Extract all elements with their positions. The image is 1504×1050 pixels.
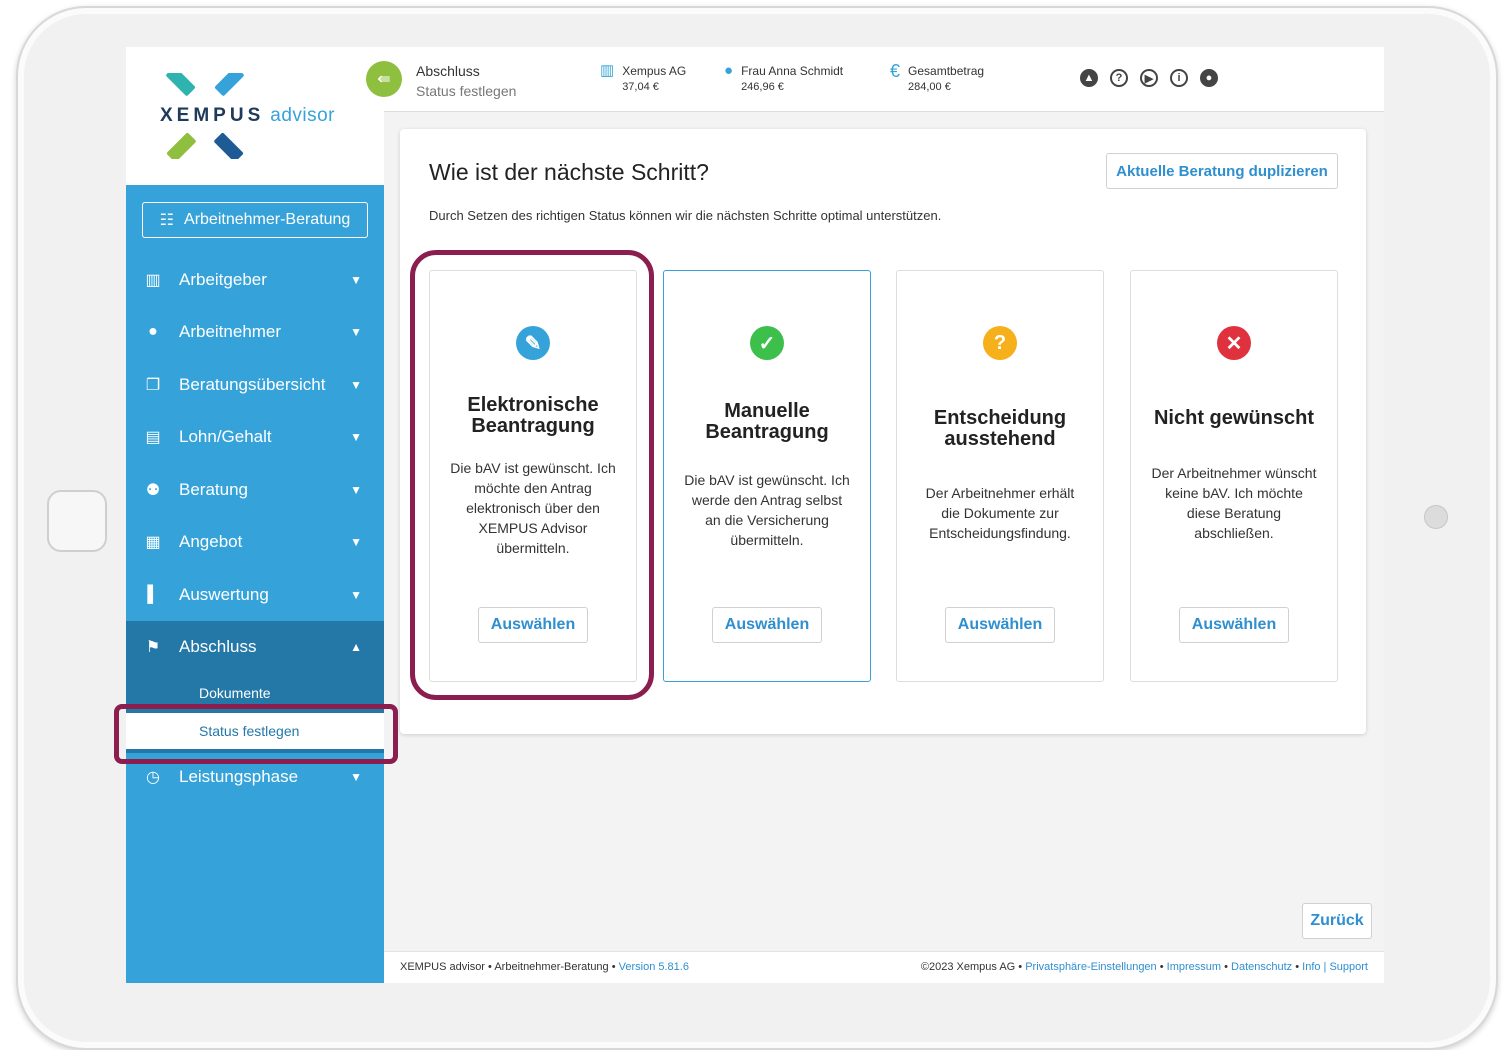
- factory-icon: ▥: [600, 62, 615, 79]
- footer-left: XEMPUS advisor • Arbeitnehmer-Beratung •…: [400, 961, 689, 973]
- option-decision-pending[interactable]: ? Entscheidung ausstehend Der Arbeitnehme…: [896, 270, 1104, 682]
- sidebar-item-label: Lohn/Gehalt: [179, 427, 272, 446]
- chevron-down-icon: ▼: [350, 588, 362, 602]
- sidebar-item-angebot[interactable]: ▦ Angebot ▼: [126, 516, 384, 568]
- collapse-sidebar-button[interactable]: ⇚: [366, 61, 402, 97]
- option-text: Die bAV ist gewünscht. Ich werde den Antr…: [684, 472, 850, 548]
- info-icon[interactable]: i: [1170, 69, 1188, 87]
- employee-contribution: ● Frau Anna Schmidt 246,96 €: [724, 62, 844, 94]
- copy-icon: ❐: [145, 377, 161, 394]
- option-title: Elektronische Beantragung: [467, 394, 599, 437]
- factory-icon: ▥: [145, 272, 161, 289]
- grid-icon: ☷: [159, 212, 175, 229]
- version-link[interactable]: Version 5.81.6: [619, 961, 689, 973]
- chevron-down-icon: ▼: [350, 273, 362, 287]
- bar-chart-icon: ▌: [147, 586, 159, 603]
- consultation-type-label: Arbeitnehmer-Beratung: [184, 211, 351, 228]
- person-icon: ●: [148, 323, 158, 340]
- chevron-down-icon: ▼: [350, 535, 362, 549]
- sidebar-item-leistungsphase[interactable]: ◷ Leistungsphase ▼: [126, 751, 384, 803]
- arrow-left-icon: ⇚: [377, 71, 391, 88]
- group-icon: ⚉: [145, 482, 161, 499]
- chevron-down-icon: ▼: [350, 770, 362, 784]
- sidebar-item-auswertung[interactable]: ▌ Auswertung ▼: [126, 569, 384, 621]
- document-icon: ▤: [145, 429, 161, 446]
- sidebar-item-arbeitgeber[interactable]: ▥ Arbeitgeber ▼: [126, 254, 384, 306]
- option-text: Der Arbeitnehmer erhält die Dokumente zur…: [925, 485, 1075, 541]
- status-card: Wie ist der nächste Schritt? Aktuelle Be…: [400, 129, 1366, 734]
- sidebar-item-label: Auswertung: [179, 585, 269, 604]
- sidebar-item-label: Beratung: [179, 480, 248, 499]
- option-manual-application[interactable]: ✓ Manuelle Beantragung Die bAV ist gewüns…: [663, 270, 871, 682]
- option-text: Der Arbeitnehmer wünscht keine bAV. Ich m…: [1151, 465, 1317, 541]
- option-title: Entscheidung ausstehend: [933, 407, 1067, 450]
- sidebar: XEMPUS advisor ☷ Arbeitnehmer-Beratung ▥ …: [126, 47, 384, 983]
- account-icon[interactable]: ●: [1200, 69, 1218, 87]
- info-support-link[interactable]: Info | Support: [1302, 961, 1368, 973]
- breadcrumb-sub: Status festlegen: [416, 83, 517, 99]
- app-screen: XEMPUS advisor ☷ Arbeitnehmer-Beratung ▥ …: [126, 47, 1384, 983]
- sidebar-item-label: Angebot: [179, 532, 243, 551]
- option-not-wanted[interactable]: ✕ Nicht gewünscht Der Arbeitnehmer wünsc…: [1130, 270, 1338, 682]
- check-icon: ✓: [750, 326, 784, 360]
- pencil-icon: ✎: [516, 326, 550, 360]
- logo[interactable]: XEMPUS advisor: [126, 47, 384, 185]
- notification-icon[interactable]: ▲: [1080, 69, 1098, 87]
- sidebar-item-label: Abschluss: [179, 637, 257, 656]
- data-protection-link[interactable]: Datenschutz: [1231, 961, 1292, 973]
- privacy-settings-link[interactable]: Privatsphäre-Einstellungen: [1025, 961, 1156, 973]
- chevron-down-icon: ▼: [350, 430, 362, 444]
- select-button[interactable]: Auswählen: [945, 607, 1055, 643]
- page-title: Wie ist der nächste Schritt?: [429, 159, 709, 185]
- sidebar-item-abschluss[interactable]: ⚑ Abschluss ▲: [126, 621, 384, 673]
- calculator-icon: ▦: [145, 534, 161, 551]
- sidebar-item-label: Arbeitgeber: [179, 270, 267, 289]
- tablet-camera: [1424, 505, 1448, 529]
- page-description: Durch Setzen des richtigen Status können…: [429, 208, 942, 223]
- chevron-down-icon: ▼: [350, 483, 362, 497]
- flag-icon: ⚑: [145, 639, 161, 656]
- history-icon: ◷: [146, 769, 160, 786]
- sidebar-item-lohn-gehalt[interactable]: ▤ Lohn/Gehalt ▼: [126, 411, 384, 463]
- duplicate-consultation-button[interactable]: Aktuelle Beratung duplizieren: [1106, 153, 1338, 189]
- option-text: Die bAV ist gewünscht. Ich möchte den Ant…: [450, 460, 616, 556]
- select-button[interactable]: Auswählen: [712, 607, 822, 643]
- consultation-type-button[interactable]: ☷ Arbeitnehmer-Beratung: [142, 202, 368, 238]
- back-button[interactable]: Zurück: [1302, 903, 1372, 939]
- sidebar-item-label: Arbeitnehmer: [179, 322, 282, 341]
- chevron-down-icon: ▼: [350, 378, 362, 392]
- sidebar-item-beratungsuebersicht[interactable]: ❐ Beratungsübersicht ▼: [126, 359, 384, 411]
- option-title: Nicht gewünscht: [1153, 407, 1314, 429]
- footer: XEMPUS advisor • Arbeitnehmer-Beratung •…: [384, 951, 1384, 983]
- euro-icon: €: [890, 61, 901, 81]
- chevron-down-icon: ▼: [350, 325, 362, 339]
- total-amount: € Gesamtbetrag 284,00 €: [890, 61, 985, 93]
- tablet-home-button: [47, 490, 107, 552]
- option-electronic-application[interactable]: ✎ Elektronische Beantragung Die bAV ist g…: [429, 270, 637, 682]
- sidebar-item-label: Leistungsphase: [179, 767, 299, 786]
- footer-right: ©2023 Xempus AG • Privatsphäre-Einstellu…: [920, 961, 1368, 973]
- sidebar-subitem-status-festlegen[interactable]: Status festlegen: [126, 713, 384, 749]
- employer-contribution: ▥ Xempus AG 37,04 €: [600, 62, 687, 94]
- toolbar-icons: ▲ ? ▶ i ●: [1080, 69, 1218, 87]
- select-button[interactable]: Auswählen: [478, 607, 588, 643]
- imprint-link[interactable]: Impressum: [1167, 961, 1221, 973]
- help-icon[interactable]: ?: [1110, 69, 1128, 87]
- breadcrumb-main: Abschluss: [416, 63, 480, 79]
- sidebar-item-arbeitnehmer[interactable]: ● Arbeitnehmer ▼: [126, 306, 384, 358]
- sidebar-subitem-dokumente[interactable]: Dokumente: [126, 675, 384, 711]
- sidebar-item-label: Beratungsübersicht: [179, 375, 326, 394]
- chevron-up-icon: ▲: [350, 640, 362, 654]
- option-title: Manuelle Beantragung: [705, 400, 829, 443]
- person-icon: ●: [724, 62, 734, 79]
- sidebar-item-beratung[interactable]: ⚉ Beratung ▼: [126, 464, 384, 516]
- logo-wordmark: XEMPUS advisor: [160, 105, 335, 126]
- question-icon: ?: [983, 326, 1017, 360]
- select-button[interactable]: Auswählen: [1179, 607, 1289, 643]
- sidebar-submenu: Dokumente Status festlegen: [126, 673, 384, 753]
- play-icon[interactable]: ▶: [1140, 69, 1158, 87]
- close-icon: ✕: [1217, 326, 1251, 360]
- top-bar: Abschluss Status festlegen ▥ Xempus AG 3…: [384, 47, 1384, 112]
